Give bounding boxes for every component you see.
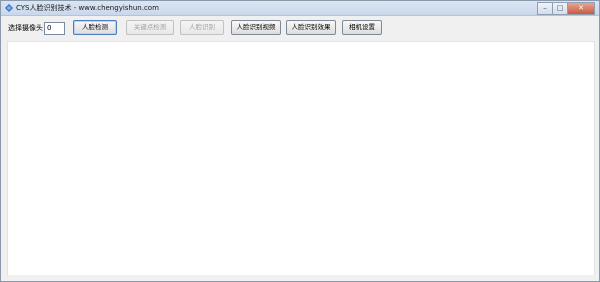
diamond-app-icon xyxy=(5,4,13,12)
maximize-icon: □ xyxy=(556,4,564,12)
minimize-button[interactable]: – xyxy=(537,2,552,15)
face-recognize-button[interactable]: 人脸识别 xyxy=(180,20,224,35)
close-icon: ✕ xyxy=(578,4,584,12)
camera-index-input[interactable] xyxy=(44,22,65,35)
window-title: CYS人脸识别技术 - www.chengyishun.com xyxy=(16,4,159,12)
minimize-icon: – xyxy=(543,4,547,12)
face-recognize-video-button[interactable]: 人脸识别视频 xyxy=(231,20,281,35)
video-display-area xyxy=(7,41,595,278)
window-controls: – □ ✕ xyxy=(537,2,595,15)
close-button[interactable]: ✕ xyxy=(567,2,595,15)
maximize-button[interactable]: □ xyxy=(552,2,567,15)
face-recognize-effect-button[interactable]: 人脸识别效果 xyxy=(286,20,336,35)
face-detect-button[interactable]: 人脸检测 xyxy=(73,20,117,35)
keypoint-detect-button[interactable]: 关键点检测 xyxy=(126,20,174,35)
title-bar[interactable]: CYS人脸识别技术 - www.chengyishun.com – □ ✕ xyxy=(1,1,599,16)
camera-select-label: 选择摄像头 xyxy=(8,24,43,32)
window-bottom-edge xyxy=(1,275,599,281)
main-window: CYS人脸识别技术 - www.chengyishun.com – □ ✕ 选择… xyxy=(0,0,600,282)
camera-settings-button[interactable]: 相机设置 xyxy=(342,20,382,35)
